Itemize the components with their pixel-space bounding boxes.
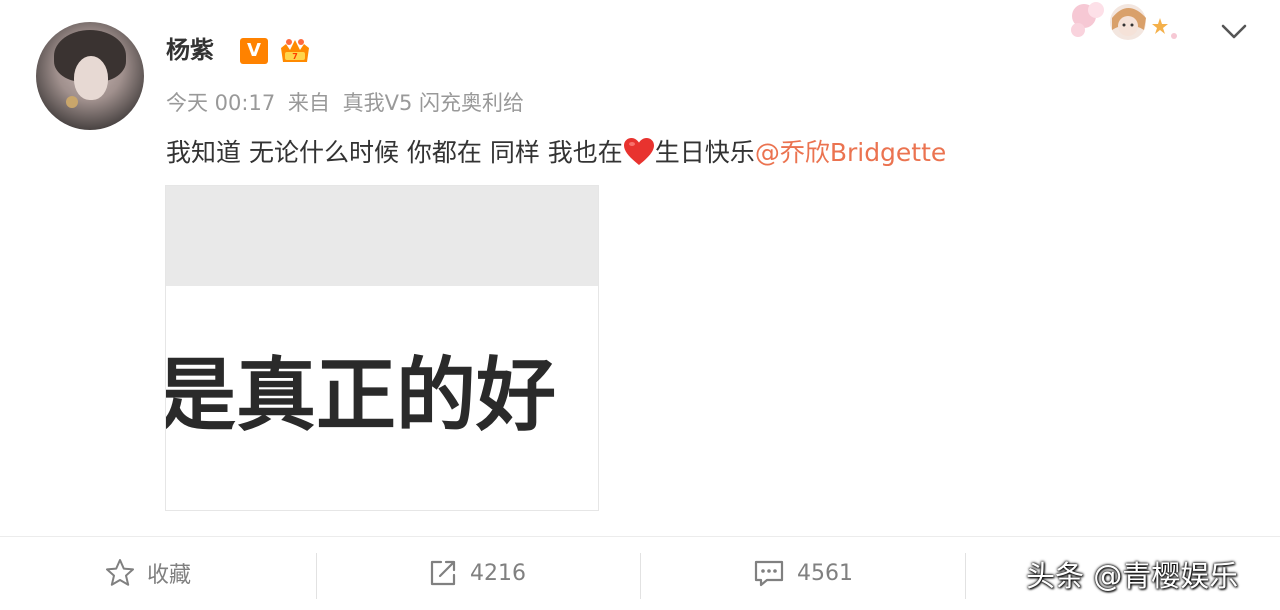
post-image[interactable]: 是真正的好 bbox=[165, 185, 599, 511]
post-text: 我知道 无论什么时候 你都在 同样 我也在 生日快乐@乔欣Bridgette bbox=[166, 134, 946, 172]
post-text-main: 我知道 无论什么时候 你都在 同样 我也在 bbox=[166, 138, 623, 167]
favorite-label: 收藏 bbox=[147, 563, 192, 588]
action-separator bbox=[965, 553, 966, 599]
username[interactable]: 杨紫 bbox=[166, 33, 214, 67]
repost-count: 4216 bbox=[470, 560, 526, 586]
post-text-birthday: 生日快乐 bbox=[654, 138, 755, 167]
comment-count: 4561 bbox=[797, 560, 853, 586]
comment-icon bbox=[754, 560, 784, 587]
red-heart-icon bbox=[623, 138, 654, 165]
avatar-earring bbox=[66, 96, 78, 108]
post-source-device[interactable]: 真我V5 闪充奥利给 bbox=[343, 91, 524, 115]
action-separator bbox=[640, 553, 641, 599]
card-decoration-icon bbox=[1071, 2, 1177, 40]
image-caption-text: 是真正的好 bbox=[165, 349, 556, 442]
watermark: 头条 @青樱娱乐 bbox=[1026, 559, 1239, 593]
action-separator bbox=[316, 553, 317, 599]
star-icon bbox=[106, 559, 134, 586]
mention-link[interactable]: @乔欣Bridgette bbox=[755, 138, 946, 167]
post-time[interactable]: 今天 00:17 bbox=[166, 91, 275, 115]
favorite-button[interactable]: 收藏 bbox=[105, 553, 191, 593]
avatar[interactable] bbox=[36, 22, 144, 130]
comment-button[interactable]: 4561 bbox=[753, 553, 853, 593]
svg-text:7: 7 bbox=[292, 52, 298, 61]
avatar-face bbox=[74, 56, 108, 100]
post-source-prefix: 来自 bbox=[287, 91, 330, 115]
image-top-band bbox=[166, 186, 598, 286]
share-icon bbox=[430, 560, 456, 586]
post-meta: 今天 00:17 来自 真我V5 闪充奥利给 bbox=[166, 88, 530, 118]
repost-button[interactable]: 4216 bbox=[428, 553, 526, 593]
chevron-down-icon[interactable] bbox=[1218, 18, 1250, 44]
crown-vip-icon[interactable]: 7 bbox=[278, 34, 312, 68]
verified-badge-icon: V bbox=[240, 38, 268, 64]
